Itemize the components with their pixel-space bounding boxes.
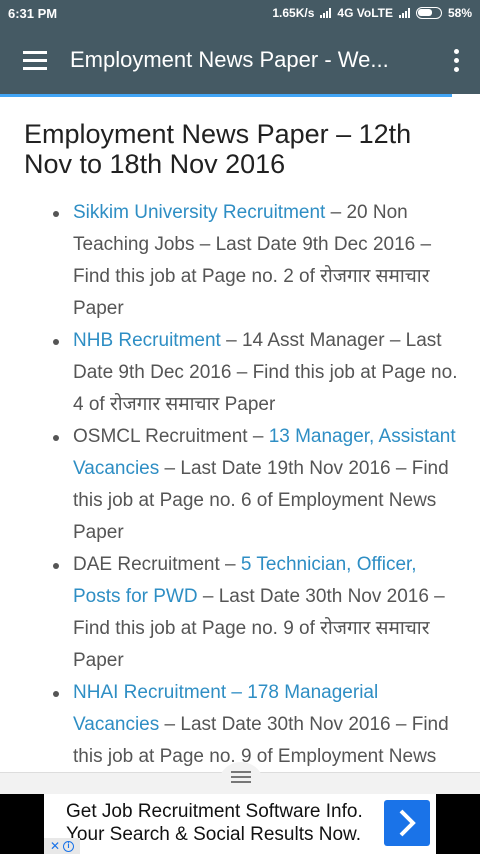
ad-banner[interactable]: Get Job Recruitment Software Info. Your … bbox=[0, 794, 480, 854]
job-item-osmcl: OSMCL Recruitment – 13 Manager, Assistan… bbox=[53, 421, 462, 549]
job-item-sikkim: Sikkim University Recruitment – 20 Non T… bbox=[53, 197, 462, 325]
status-indicators: 1.65K/s 4G VoLTE 58% bbox=[272, 6, 472, 20]
job-list: Sikkim University Recruitment – 20 Non T… bbox=[0, 197, 480, 773]
network-type: 4G VoLTE bbox=[337, 6, 393, 20]
job-item-nhai: NHAI Recruitment – 178 Managerial Vacanc… bbox=[53, 677, 462, 773]
article-content[interactable]: Employment News Paper – 12th Nov to 18th… bbox=[0, 97, 480, 777]
network-speed: 1.65K/s bbox=[272, 6, 315, 20]
job-link-nhai[interactable]: NHAI Recruitment bbox=[73, 682, 226, 703]
app-bar: Employment News Paper - We... bbox=[0, 26, 480, 94]
hamburger-menu-icon[interactable] bbox=[0, 26, 70, 94]
job-item-dae: DAE Recruitment – 5 Technician, Officer,… bbox=[53, 549, 462, 677]
app-title: Employment News Paper - We... bbox=[70, 47, 389, 72]
close-icon[interactable]: ✕ bbox=[50, 840, 60, 852]
battery-icon bbox=[415, 7, 442, 19]
ad-content[interactable]: Get Job Recruitment Software Info. Your … bbox=[44, 794, 436, 854]
ad-choices-icon[interactable]: ✕ i bbox=[44, 838, 80, 854]
signal-icon-2 bbox=[398, 8, 410, 18]
article-heading: Employment News Paper – 12th Nov to 18th… bbox=[24, 119, 412, 179]
status-bar: 6:31 PM 1.65K/s 4G VoLTE 58% bbox=[0, 0, 480, 26]
job-link-sikkim[interactable]: Sikkim University Recruitment bbox=[73, 202, 325, 223]
info-icon[interactable]: i bbox=[63, 840, 75, 852]
job-link-nhb[interactable]: NHB Recruitment bbox=[73, 330, 221, 351]
signal-icon bbox=[320, 8, 332, 18]
ad-text[interactable]: Get Job Recruitment Software Info. Your … bbox=[66, 800, 366, 846]
status-time: 6:31 PM bbox=[8, 5, 58, 21]
more-vert-icon[interactable] bbox=[432, 26, 480, 94]
job-item-nhb: NHB Recruitment – 14 Asst Manager – Last… bbox=[53, 325, 462, 421]
chevron-right-icon[interactable] bbox=[384, 800, 430, 846]
battery-level: 58% bbox=[447, 6, 472, 20]
